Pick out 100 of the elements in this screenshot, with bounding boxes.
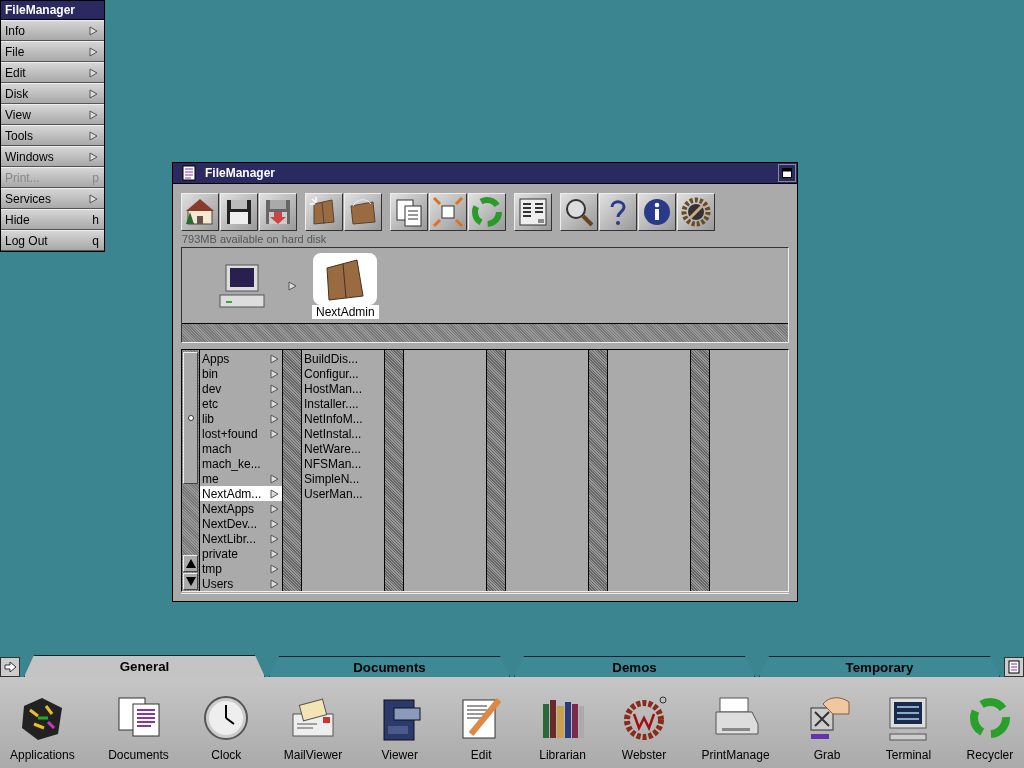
branch-arrow-icon (270, 368, 280, 379)
shelf-tab[interactable]: General (24, 655, 265, 677)
file-list-item[interactable]: dev (200, 381, 282, 397)
file-list-item[interactable]: me (200, 471, 282, 487)
compress-icon (432, 195, 464, 228)
file-list-item[interactable]: NetWare... (302, 441, 384, 457)
submenu-arrow-icon (89, 67, 99, 78)
scrollbar[interactable] (385, 350, 404, 592)
menu-item[interactable]: Disk (1, 83, 104, 104)
dock-app-button[interactable]: Documents (102, 677, 175, 768)
list-view-button[interactable] (514, 192, 552, 231)
file-list-item[interactable]: NextDev... (200, 516, 282, 532)
folder-tile[interactable] (313, 252, 378, 305)
shelf-menu-button[interactable] (1004, 657, 1024, 677)
folder-button[interactable] (344, 192, 382, 231)
branch-arrow-icon (270, 533, 280, 544)
menu-item[interactable]: Log Out q (1, 230, 104, 251)
menu-title: FileManager (1, 1, 104, 20)
file-list-item[interactable]: bin (200, 366, 282, 382)
file-list-item[interactable]: Users (200, 576, 282, 592)
menu-item[interactable]: Info (1, 20, 104, 41)
menu-item[interactable]: File (1, 41, 104, 62)
menu-item[interactable]: Tools (1, 125, 104, 146)
file-list-item[interactable]: mach (200, 441, 282, 457)
right-arrow-icon (4, 662, 16, 672)
shelf-tab[interactable]: Demos (514, 656, 755, 677)
file-list-item[interactable]: NetInstal... (302, 426, 384, 442)
submenu-arrow-icon (89, 46, 99, 57)
home-button[interactable] (181, 192, 219, 231)
branch-arrow-icon (270, 398, 280, 409)
file-list-item[interactable]: private (200, 546, 282, 562)
scrollbar[interactable] (589, 350, 608, 592)
file-list-item[interactable]: Installer.... (302, 396, 384, 412)
dock-app-button[interactable]: MailViewer (277, 677, 349, 768)
shelf-tab[interactable]: Documents (269, 656, 510, 677)
folder-label: NextAdmin (312, 304, 379, 319)
dock-app-button[interactable]: Applications (4, 677, 81, 768)
dock-app-button[interactable]: Viewer (369, 677, 430, 768)
menu-item[interactable]: Services (1, 188, 104, 209)
dock-app-button[interactable]: Terminal (878, 677, 939, 768)
scrollbar[interactable] (283, 350, 302, 592)
window-title: FileManager (205, 165, 277, 180)
file-list-item[interactable]: NextAdm... (200, 486, 282, 502)
compress-button[interactable] (429, 192, 467, 231)
branch-arrow-icon (270, 548, 280, 559)
shelf-toggle-button[interactable] (0, 657, 20, 677)
branch-arrow-icon (270, 353, 280, 364)
dock-app-button[interactable]: Recycler (959, 677, 1020, 768)
dimple-icon (187, 415, 194, 422)
file-list-item[interactable]: BuildDis... (302, 351, 384, 367)
file-list-item[interactable]: NextApps (200, 501, 282, 517)
down-arrow-icon (185, 576, 196, 588)
scrollbar[interactable] (182, 323, 788, 343)
gear-button[interactable] (677, 192, 715, 231)
file-list-item[interactable]: Apps (200, 351, 282, 367)
submenu-arrow-icon (89, 88, 99, 99)
file-list-item[interactable]: NetInfoM... (302, 411, 384, 427)
floppy-button[interactable] (259, 192, 297, 231)
file-list-item[interactable]: SimpleN... (302, 471, 384, 487)
file-list-item[interactable]: HostMan... (302, 381, 384, 397)
file-list-item[interactable]: NFSMan... (302, 456, 384, 472)
scrollbar[interactable] (691, 350, 710, 592)
file-list-item[interactable]: UserMan... (302, 486, 384, 502)
scroll-knob[interactable] (183, 352, 198, 485)
file-list-item[interactable]: lib (200, 411, 282, 427)
gear-icon (680, 195, 712, 228)
dock-app-button[interactable]: PrintManage (695, 677, 776, 768)
dock-app-button[interactable]: Grab (797, 677, 857, 768)
list-view-icon (517, 195, 549, 228)
dock-app-button[interactable]: Clock (196, 677, 257, 768)
dock-app-button[interactable]: Edit (451, 677, 512, 768)
file-list-item[interactable]: Configur... (302, 366, 384, 382)
search-button[interactable] (560, 192, 598, 231)
branch-arrow-icon (270, 473, 280, 484)
shelf-tab[interactable]: Temporary (759, 656, 1000, 677)
scrollbar[interactable] (487, 350, 506, 592)
submenu-arrow-icon (89, 193, 99, 204)
miniaturize-button[interactable] (778, 163, 796, 182)
recycle-button[interactable] (468, 192, 506, 231)
submenu-arrow-icon (89, 25, 99, 36)
dock-app-button[interactable]: Librarian (532, 677, 593, 768)
menu-item[interactable]: View (1, 104, 104, 125)
floppy-button[interactable] (220, 192, 258, 231)
file-list-item[interactable]: lost+found (200, 426, 282, 442)
scroll-down-button[interactable] (183, 573, 198, 591)
branch-arrow-icon (270, 413, 280, 424)
scrollbar[interactable] (182, 350, 200, 592)
file-list-item[interactable]: tmp (200, 561, 282, 577)
menu-item[interactable]: Windows (1, 146, 104, 167)
menu-item[interactable]: Hide h (1, 209, 104, 230)
folder-button[interactable] (305, 192, 343, 231)
copy-button[interactable] (390, 192, 428, 231)
dock-app-button[interactable]: Webster (614, 677, 675, 768)
file-list-item[interactable]: mach_ke... (200, 456, 282, 472)
file-list-item[interactable]: etc (200, 396, 282, 412)
menu-item[interactable]: Edit (1, 62, 104, 83)
file-list-item[interactable]: NextLibr... (200, 531, 282, 547)
info-button[interactable] (638, 192, 676, 231)
help-button[interactable] (599, 192, 637, 231)
scroll-up-button[interactable] (183, 555, 198, 573)
